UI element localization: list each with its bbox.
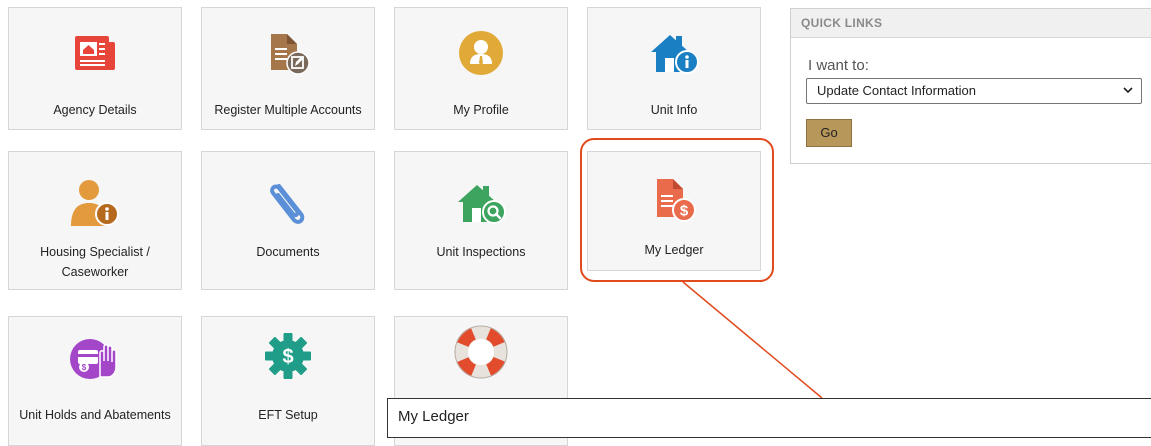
tile-unit-holds-abatements[interactable]: $ Unit Holds and Abatements bbox=[8, 316, 182, 446]
chevron-down-icon bbox=[1123, 79, 1133, 111]
quick-links-title: QUICK LINKS bbox=[791, 9, 1151, 38]
svg-text:$: $ bbox=[282, 346, 293, 368]
person-info-icon bbox=[9, 178, 181, 228]
quick-links-select[interactable]: Update Contact Information bbox=[806, 78, 1142, 104]
quick-links-selected: Update Contact Information bbox=[817, 83, 976, 98]
tile-housing-specialist[interactable]: Housing Specialist / Caseworker bbox=[8, 151, 182, 290]
tile-eft-setup[interactable]: $ EFT Setup bbox=[201, 316, 375, 446]
document-edit-icon bbox=[202, 28, 374, 78]
go-button[interactable]: Go bbox=[806, 119, 852, 147]
lifebuoy-icon bbox=[395, 325, 567, 379]
tile-unit-inspections[interactable]: Unit Inspections bbox=[394, 151, 568, 290]
house-search-icon bbox=[395, 178, 567, 228]
tile-label: Housing Specialist / Caseworker bbox=[40, 245, 150, 279]
tile-documents[interactable]: Documents bbox=[201, 151, 375, 290]
tile-my-profile[interactable]: My Profile bbox=[394, 7, 568, 130]
tile-unit-info[interactable]: Unit Info bbox=[587, 7, 761, 130]
highlight-ring bbox=[580, 138, 774, 282]
tile-label: Unit Holds and Abatements bbox=[19, 408, 171, 422]
paperclip-icon bbox=[202, 178, 374, 228]
tile-label: Documents bbox=[256, 245, 320, 259]
tile-label: Agency Details bbox=[53, 103, 137, 117]
newspaper-icon bbox=[9, 28, 181, 78]
tile-register-multiple-accounts[interactable]: Register Multiple Accounts bbox=[201, 7, 375, 130]
gear-dollar-icon: $ bbox=[202, 331, 374, 381]
hand-stop-card-icon: $ bbox=[9, 333, 181, 383]
tile-agency-details[interactable]: Agency Details bbox=[8, 7, 182, 130]
user-profile-icon bbox=[395, 28, 567, 78]
svg-text:$: $ bbox=[82, 363, 87, 372]
tile-label: EFT Setup bbox=[258, 408, 318, 422]
quick-links-prompt: I want to: bbox=[808, 57, 869, 74]
tile-label: Unit Inspections bbox=[436, 245, 526, 259]
tooltip: My Ledger bbox=[387, 398, 1151, 438]
tile-label: My Profile bbox=[453, 103, 509, 117]
house-info-icon bbox=[588, 28, 760, 78]
tile-label: Register Multiple Accounts bbox=[214, 103, 362, 117]
tile-label: Unit Info bbox=[650, 103, 698, 117]
